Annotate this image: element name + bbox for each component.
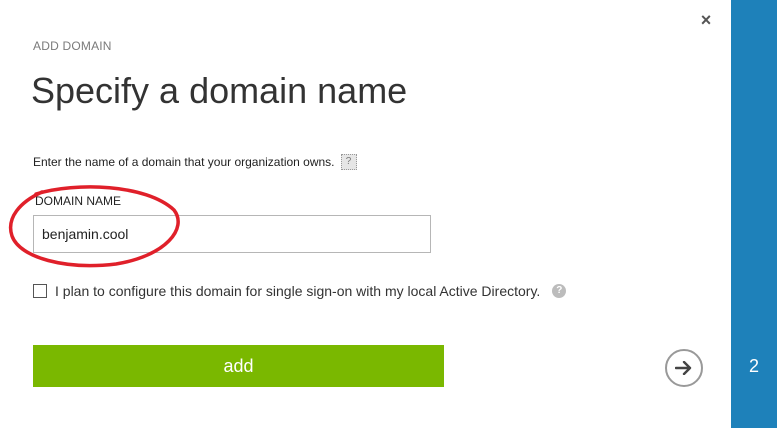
sso-checkbox-row: I plan to configure this domain for sing… [33, 283, 567, 299]
help-icon[interactable]: ? [340, 154, 357, 170]
page-title: Specify a domain name [31, 70, 408, 111]
sso-checkbox[interactable] [33, 284, 47, 298]
domain-name-input[interactable] [33, 215, 431, 253]
add-button[interactable]: add [33, 345, 444, 387]
sso-checkbox-label: I plan to configure this domain for sing… [55, 283, 541, 299]
step-number: 2 [748, 356, 759, 376]
help-icon[interactable]: ? [552, 284, 567, 298]
section-label: ADD DOMAIN [33, 39, 112, 53]
next-button[interactable] [665, 349, 703, 387]
domain-help-line: Enter the name of a domain that your org… [33, 154, 357, 170]
close-icon[interactable]: × [698, 10, 714, 30]
domain-name-label: DOMAIN NAME [35, 194, 122, 208]
domain-help-text: Enter the name of a domain that your org… [33, 155, 335, 169]
step-indicator-bar: 2 [731, 0, 777, 428]
arrow-right-icon [675, 361, 692, 375]
